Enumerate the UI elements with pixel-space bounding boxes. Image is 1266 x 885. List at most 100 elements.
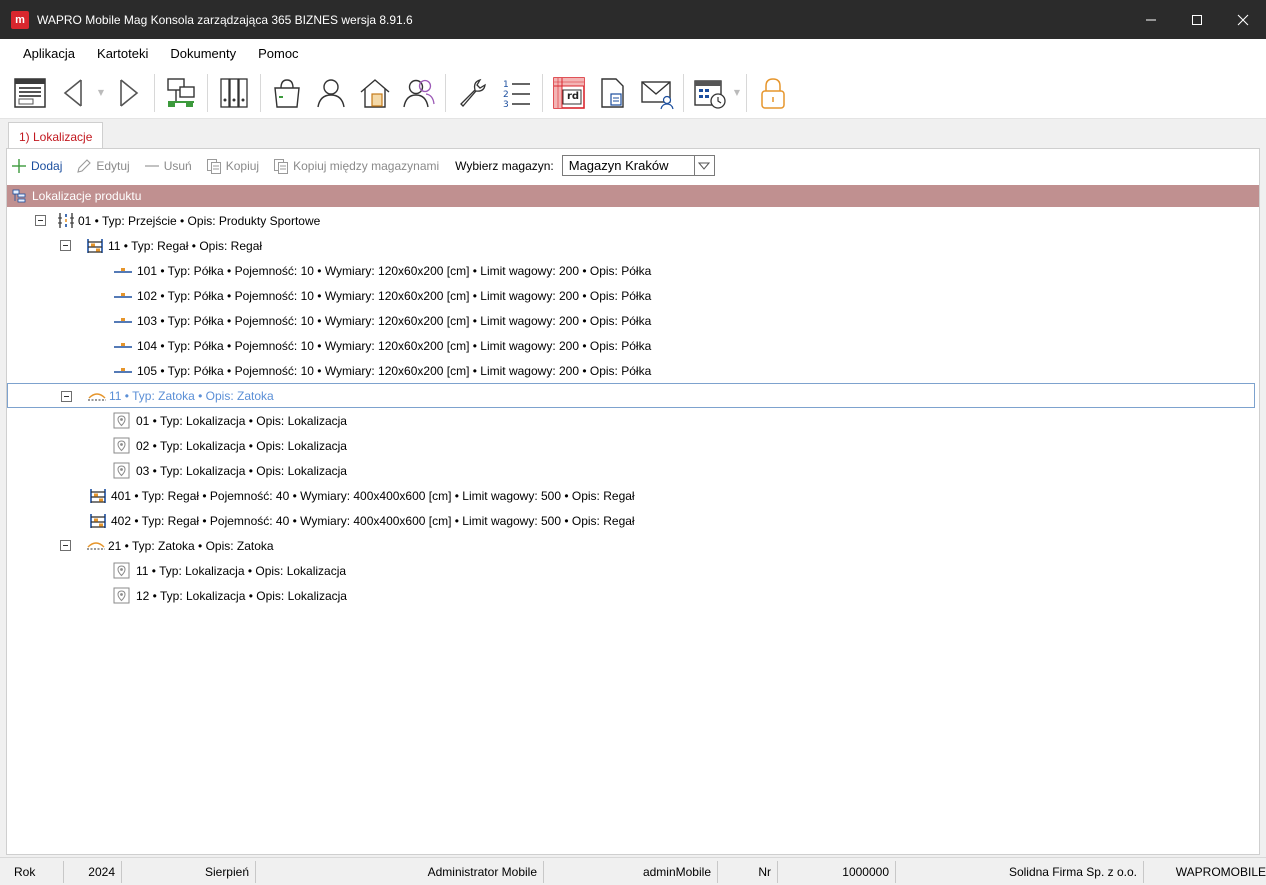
menu-kartoteki[interactable]: Kartoteki xyxy=(86,46,159,61)
tree-row-label: 11 • Typ: Lokalizacja • Opis: Lokalizacj… xyxy=(136,563,347,578)
copy-between-warehouses-button[interactable]: Kopiuj między magazynami xyxy=(273,158,439,174)
window-title: WAPRO Mobile Mag Konsola zarządzająca 36… xyxy=(37,12,413,27)
tree-row[interactable]: 102 • Typ: Półka • Pojemność: 10 • Wymia… xyxy=(7,283,1259,308)
copy-icon xyxy=(206,158,221,174)
tree-row[interactable]: 104 • Typ: Półka • Pojemność: 10 • Wymia… xyxy=(7,333,1259,358)
shopping-button[interactable] xyxy=(265,70,309,116)
tree-row[interactable]: 01 • Typ: Lokalizacja • Opis: Lokalizacj… xyxy=(7,408,1259,433)
svg-text:1: 1 xyxy=(503,80,509,90)
document-icon xyxy=(601,77,624,108)
app-window-button[interactable] xyxy=(8,70,52,116)
toolbar-separator xyxy=(260,73,261,112)
tree-row-label: 02 • Typ: Lokalizacja • Opis: Lokalizacj… xyxy=(136,438,347,453)
tree-row-label: 03 • Typ: Lokalizacja • Opis: Lokalizacj… xyxy=(136,463,347,478)
tree-row-label: 104 • Typ: Półka • Pojemność: 10 • Wymia… xyxy=(137,338,652,353)
tree-row[interactable]: 03 • Typ: Lokalizacja • Opis: Lokalizacj… xyxy=(7,458,1259,483)
chevron-down-icon[interactable] xyxy=(693,156,714,175)
tree-row[interactable]: 101 • Typ: Półka • Pojemność: 10 • Wymia… xyxy=(7,258,1259,283)
tree-row[interactable]: 401 • Typ: Regał • Pojemność: 40 • Wymia… xyxy=(7,483,1259,508)
tree-row[interactable]: 12 • Typ: Lokalizacja • Opis: Lokalizacj… xyxy=(7,583,1259,608)
user-icon xyxy=(317,78,345,107)
document-button[interactable] xyxy=(591,70,635,116)
minimize-button[interactable] xyxy=(1128,0,1174,39)
back-dropdown[interactable]: ▼ xyxy=(96,70,106,116)
tree-row[interactable]: 21 • Typ: Zatoka • Opis: Zatoka xyxy=(7,533,1259,558)
main-toolbar: ▼ 1 2 3 rd ▼ xyxy=(0,67,1266,119)
numbered-list-button[interactable]: 1 2 3 xyxy=(494,70,538,116)
settings-button[interactable] xyxy=(450,70,494,116)
users-icon xyxy=(403,79,435,107)
status-nr: 1000000 xyxy=(778,860,896,883)
warehouse-select[interactable]: Magazyn Kraków xyxy=(561,155,715,176)
document-rd-button[interactable]: rd xyxy=(547,70,591,116)
tree-row-label: 01 • Typ: Przejście • Opis: Produkty Spo… xyxy=(78,213,321,228)
close-button[interactable] xyxy=(1220,0,1266,39)
location-pin-icon xyxy=(113,437,131,454)
action-bar: Dodaj Edytuj Usuń Kopiuj Kopiuj między m… xyxy=(7,149,1259,182)
calendar-clock-icon xyxy=(694,79,726,109)
status-user: Administrator Mobile xyxy=(256,860,544,883)
add-button[interactable]: Dodaj xyxy=(11,158,62,174)
wrench-icon xyxy=(460,78,486,107)
menu-aplikacja[interactable]: Aplikacja xyxy=(12,46,86,61)
delete-label: Usuń xyxy=(163,158,192,173)
binders-button[interactable] xyxy=(212,70,256,116)
maximize-button[interactable] xyxy=(1174,0,1220,39)
lock-button[interactable] xyxy=(751,70,795,116)
tree-row-label: 11 • Typ: Zatoka • Opis: Zatoka xyxy=(109,388,274,403)
tree-row-label: 103 • Typ: Półka • Pojemność: 10 • Wymia… xyxy=(137,313,652,328)
minimize-icon xyxy=(1146,19,1156,20)
numbered-list-icon: 1 2 3 xyxy=(503,80,530,110)
toolbar-separator xyxy=(207,73,208,112)
forward-arrow-icon xyxy=(120,78,139,107)
location-pin-icon xyxy=(113,587,131,604)
tree-row[interactable]: 11 • Typ: Lokalizacja • Opis: Lokalizacj… xyxy=(7,558,1259,583)
title-bar: m WAPRO Mobile Mag Konsola zarządzająca … xyxy=(0,0,1266,39)
copy-icon xyxy=(274,158,289,174)
tree-row-selected[interactable]: 11 • Typ: Zatoka • Opis: Zatoka xyxy=(7,383,1255,408)
menu-dokumenty[interactable]: Dokumenty xyxy=(159,46,247,61)
location-pin-icon xyxy=(113,562,131,579)
schedule-button[interactable] xyxy=(688,70,732,116)
delete-button[interactable]: Usuń xyxy=(144,158,192,174)
collapse-toggle[interactable] xyxy=(60,240,71,251)
back-button[interactable] xyxy=(52,70,96,116)
status-login: adminMobile xyxy=(544,860,718,883)
menu-pomoc[interactable]: Pomoc xyxy=(247,46,309,61)
minus-icon xyxy=(144,164,159,167)
tree-row[interactable]: 105 • Typ: Półka • Pojemność: 10 • Wymia… xyxy=(7,358,1259,383)
tree-row-label: 105 • Typ: Półka • Pojemność: 10 • Wymia… xyxy=(137,363,652,378)
tree-row[interactable]: 402 • Typ: Regał • Pojemność: 40 • Wymia… xyxy=(7,508,1259,533)
network-button[interactable] xyxy=(159,70,203,116)
tree-row[interactable]: 01 • Typ: Przejście • Opis: Produkty Spo… xyxy=(7,208,1259,233)
toolbar-separator xyxy=(683,73,684,112)
collapse-toggle[interactable] xyxy=(35,215,46,226)
tree-row[interactable]: 11 • Typ: Regał • Opis: Regał xyxy=(7,233,1259,258)
tree-row[interactable]: 02 • Typ: Lokalizacja • Opis: Lokalizacj… xyxy=(7,433,1259,458)
edit-label: Edytuj xyxy=(96,158,130,173)
collapse-toggle[interactable] xyxy=(60,540,71,551)
tree-row[interactable]: 103 • Typ: Półka • Pojemność: 10 • Wymia… xyxy=(7,308,1259,333)
bay-icon xyxy=(87,388,107,405)
document-rd-label: rd xyxy=(566,90,580,102)
collapse-toggle[interactable] xyxy=(61,391,72,402)
forward-button[interactable] xyxy=(106,70,150,116)
tree-row-label: 102 • Typ: Półka • Pojemność: 10 • Wymia… xyxy=(137,288,652,303)
envelope-user-icon xyxy=(641,80,674,109)
users-button[interactable] xyxy=(397,70,441,116)
contractor-button[interactable] xyxy=(309,70,353,116)
warehouse-button[interactable] xyxy=(353,70,397,116)
copy-button[interactable]: Kopiuj xyxy=(206,158,259,174)
close-icon xyxy=(1237,14,1249,25)
edit-button[interactable]: Edytuj xyxy=(76,158,130,174)
message-button[interactable] xyxy=(635,70,679,116)
toolbar-separator xyxy=(746,73,747,112)
maximize-icon xyxy=(1192,14,1202,25)
schedule-dropdown[interactable]: ▼ xyxy=(732,70,742,116)
location-pin-icon xyxy=(113,412,131,429)
app-logo: m xyxy=(11,10,29,29)
toolbar-separator xyxy=(154,73,155,112)
window-controls xyxy=(1128,0,1266,39)
tree-row-label: 101 • Typ: Półka • Pojemność: 10 • Wymia… xyxy=(137,263,652,278)
tab-lokalizacje[interactable]: 1) Lokalizacje xyxy=(8,122,104,150)
